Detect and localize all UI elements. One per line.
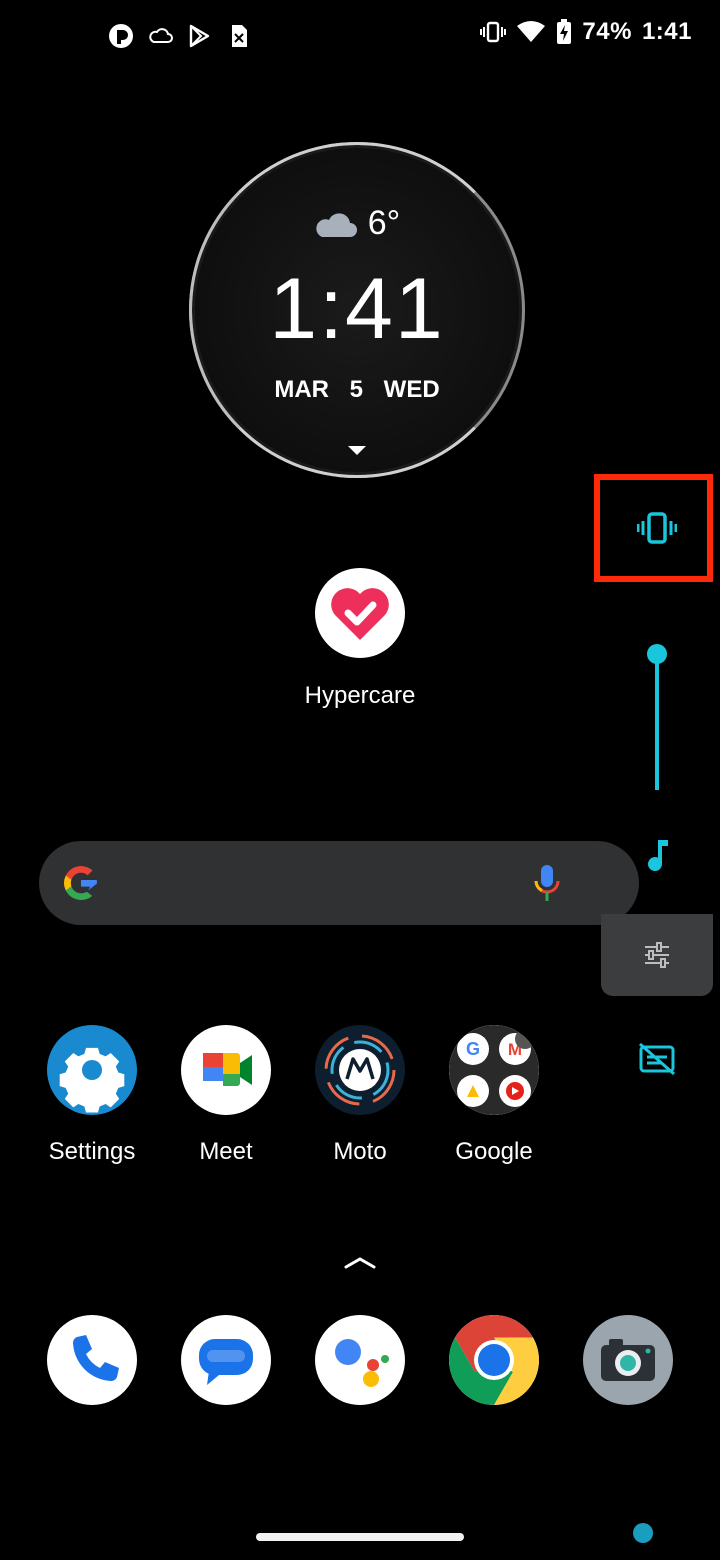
google-folder-icon[interactable]: G M (449, 1025, 539, 1115)
home-gesture-bar[interactable] (256, 1533, 464, 1541)
vibrate-mode-icon[interactable] (637, 511, 677, 545)
svg-text:G: G (466, 1039, 480, 1059)
live-caption-off-icon[interactable] (638, 1042, 676, 1076)
battery-percent: 74% (582, 18, 632, 45)
app-c-icon (109, 24, 133, 48)
messages-app-icon[interactable] (181, 1315, 271, 1405)
clock-widget[interactable]: 6° 1:41 MAR 5 WED (189, 142, 525, 478)
chrome-app-icon[interactable] (449, 1315, 539, 1405)
wifi-icon (517, 21, 546, 42)
google-g-icon (64, 866, 97, 900)
weather-row: 6° (189, 204, 525, 243)
temperature: 6° (367, 204, 401, 242)
status-time: 1:41 (641, 18, 692, 45)
cloud-weather-icon (316, 212, 357, 237)
volume-slider-track[interactable] (655, 656, 659, 790)
camera-app-icon[interactable] (583, 1315, 673, 1405)
meet-app-icon[interactable] (181, 1025, 271, 1115)
notification-dot (515, 1029, 535, 1049)
moto-app-icon[interactable] (315, 1025, 405, 1115)
equalizer-icon (645, 942, 669, 968)
clock-time: 1:41 (269, 261, 445, 357)
assistant-app-icon[interactable] (315, 1315, 405, 1405)
status-bar: 74% 1:41 (0, 0, 720, 72)
google-folder-label: Google (455, 1138, 533, 1165)
volume-slider-handle[interactable] (647, 644, 667, 664)
settings-app-icon[interactable] (47, 1025, 137, 1115)
expand-caret-icon[interactable] (348, 446, 366, 455)
clock-date: MAR 5 WED (274, 376, 440, 403)
phone-app-icon[interactable] (47, 1315, 137, 1405)
cloud-icon (149, 28, 173, 43)
app-drawer-caret-icon[interactable] (344, 1256, 376, 1270)
vibrate-icon (480, 21, 507, 43)
volume-settings-button[interactable] (601, 914, 713, 996)
google-search-bar[interactable] (39, 841, 639, 925)
hypercare-icon[interactable] (315, 568, 405, 658)
battery-charging-icon (557, 19, 572, 44)
music-note-icon[interactable] (644, 838, 672, 874)
hypercare-label: Hypercare (304, 682, 416, 709)
page-indicator-dot (633, 1523, 653, 1543)
sim-icon (232, 25, 247, 47)
mic-icon[interactable] (533, 863, 561, 903)
play-store-icon (189, 24, 210, 48)
